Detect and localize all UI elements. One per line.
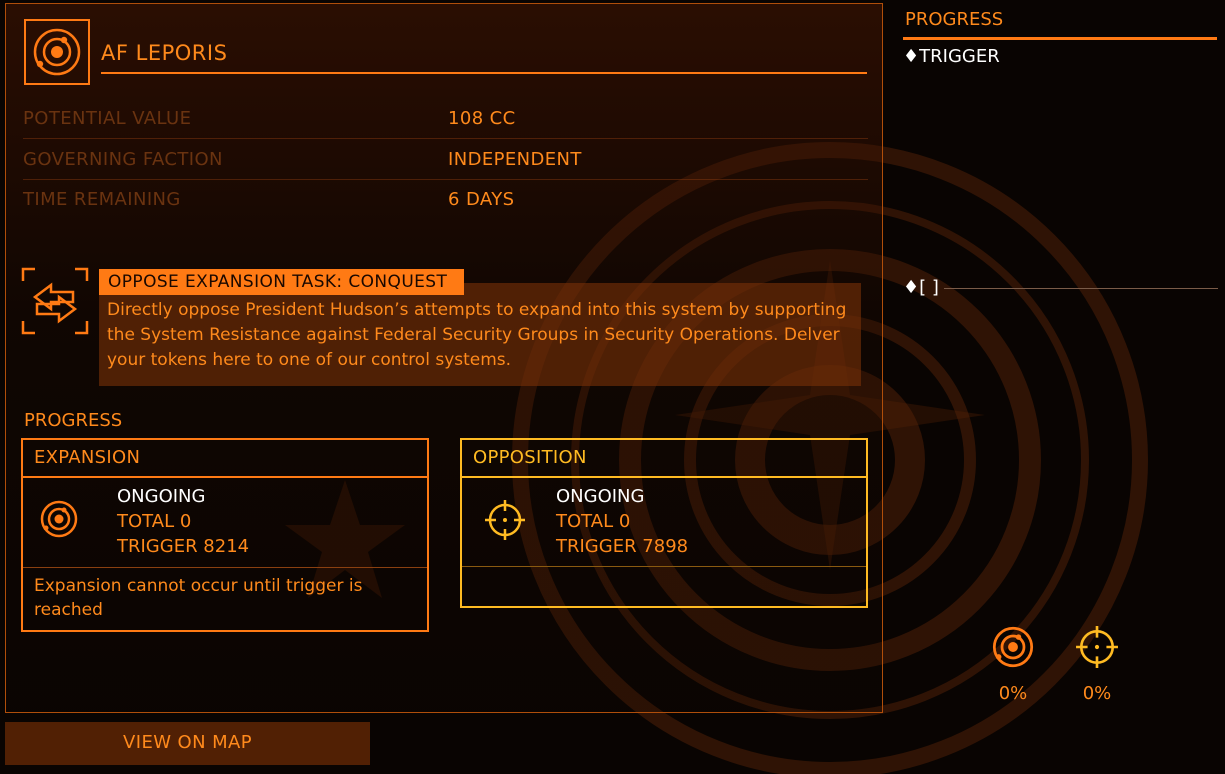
side-heading-divider (903, 37, 1217, 40)
expansion-total: TOTAL 0 (117, 511, 192, 532)
opposition-percent: 0% (1082, 683, 1112, 704)
expansion-stats: ONGOING TOTAL 0 TRIGGER 8214 (117, 484, 249, 559)
expansion-card-title: EXPANSION (23, 440, 427, 478)
opposition-total: TOTAL 0 (556, 511, 631, 532)
info-value: 6 DAYS (448, 189, 515, 210)
side-progress-track (944, 288, 1218, 289)
expansion-status: ONGOING (117, 486, 206, 507)
system-orbit-icon (991, 625, 1035, 669)
info-label: POTENTIAL VALUE (23, 108, 192, 129)
exchange-arrows-icon (21, 267, 89, 335)
info-label: GOVERNING FACTION (23, 149, 223, 170)
info-value: INDEPENDENT (448, 149, 582, 170)
info-row-time-remaining: TIME REMAINING 6 DAYS (23, 181, 868, 219)
view-on-map-button[interactable]: VIEW ON MAP (5, 722, 370, 765)
opposition-progress-card: OPPOSITION ONGOING TOTAL 0 TRIGGER 7898 (460, 438, 868, 608)
crosshair-icon (484, 499, 526, 541)
info-value: 108 CC (448, 108, 516, 129)
expansion-note: Expansion cannot occur until trigger is … (23, 567, 427, 622)
crosshair-icon (1075, 625, 1119, 669)
info-row-potential-value: POTENTIAL VALUE 108 CC (23, 100, 868, 139)
side-progress-marker: ♦[ ] (903, 277, 939, 298)
opposition-status: ONGOING (556, 486, 645, 507)
opposition-divider (462, 566, 866, 567)
title-divider (101, 72, 867, 74)
system-detail-panel: AF LEPORIS POTENTIAL VALUE 108 CC GOVERN… (5, 3, 883, 713)
side-progress-heading: PROGRESS (905, 9, 1004, 30)
task-title: OPPOSE EXPANSION TASK: CONQUEST (99, 269, 465, 295)
expansion-progress-card: EXPANSION ONGOING TOTAL 0 TRIGGER 8214 E… (21, 438, 429, 632)
expansion-trigger: TRIGGER 8214 (117, 536, 250, 557)
system-name-title: AF LEPORIS (101, 41, 228, 65)
opposition-card-title: OPPOSITION (462, 440, 866, 478)
progress-heading: PROGRESS (24, 410, 123, 431)
diamond-marker-icon: ♦ (903, 46, 920, 67)
task-description: Directly oppose President Hudson’s attem… (99, 283, 861, 386)
expansion-percent: 0% (998, 683, 1028, 704)
info-label: TIME REMAINING (23, 189, 181, 210)
system-orbit-icon (39, 499, 79, 539)
side-trigger-label: ♦TRIGGER (903, 46, 1000, 67)
opposition-trigger: TRIGGER 7898 (556, 536, 689, 557)
diamond-marker-icon: ♦ (903, 277, 920, 298)
system-orbit-icon (31, 26, 83, 78)
system-icon-frame (24, 19, 90, 85)
opposition-stats: ONGOING TOTAL 0 TRIGGER 7898 (556, 484, 688, 559)
info-row-governing-faction: GOVERNING FACTION INDEPENDENT (23, 141, 868, 180)
